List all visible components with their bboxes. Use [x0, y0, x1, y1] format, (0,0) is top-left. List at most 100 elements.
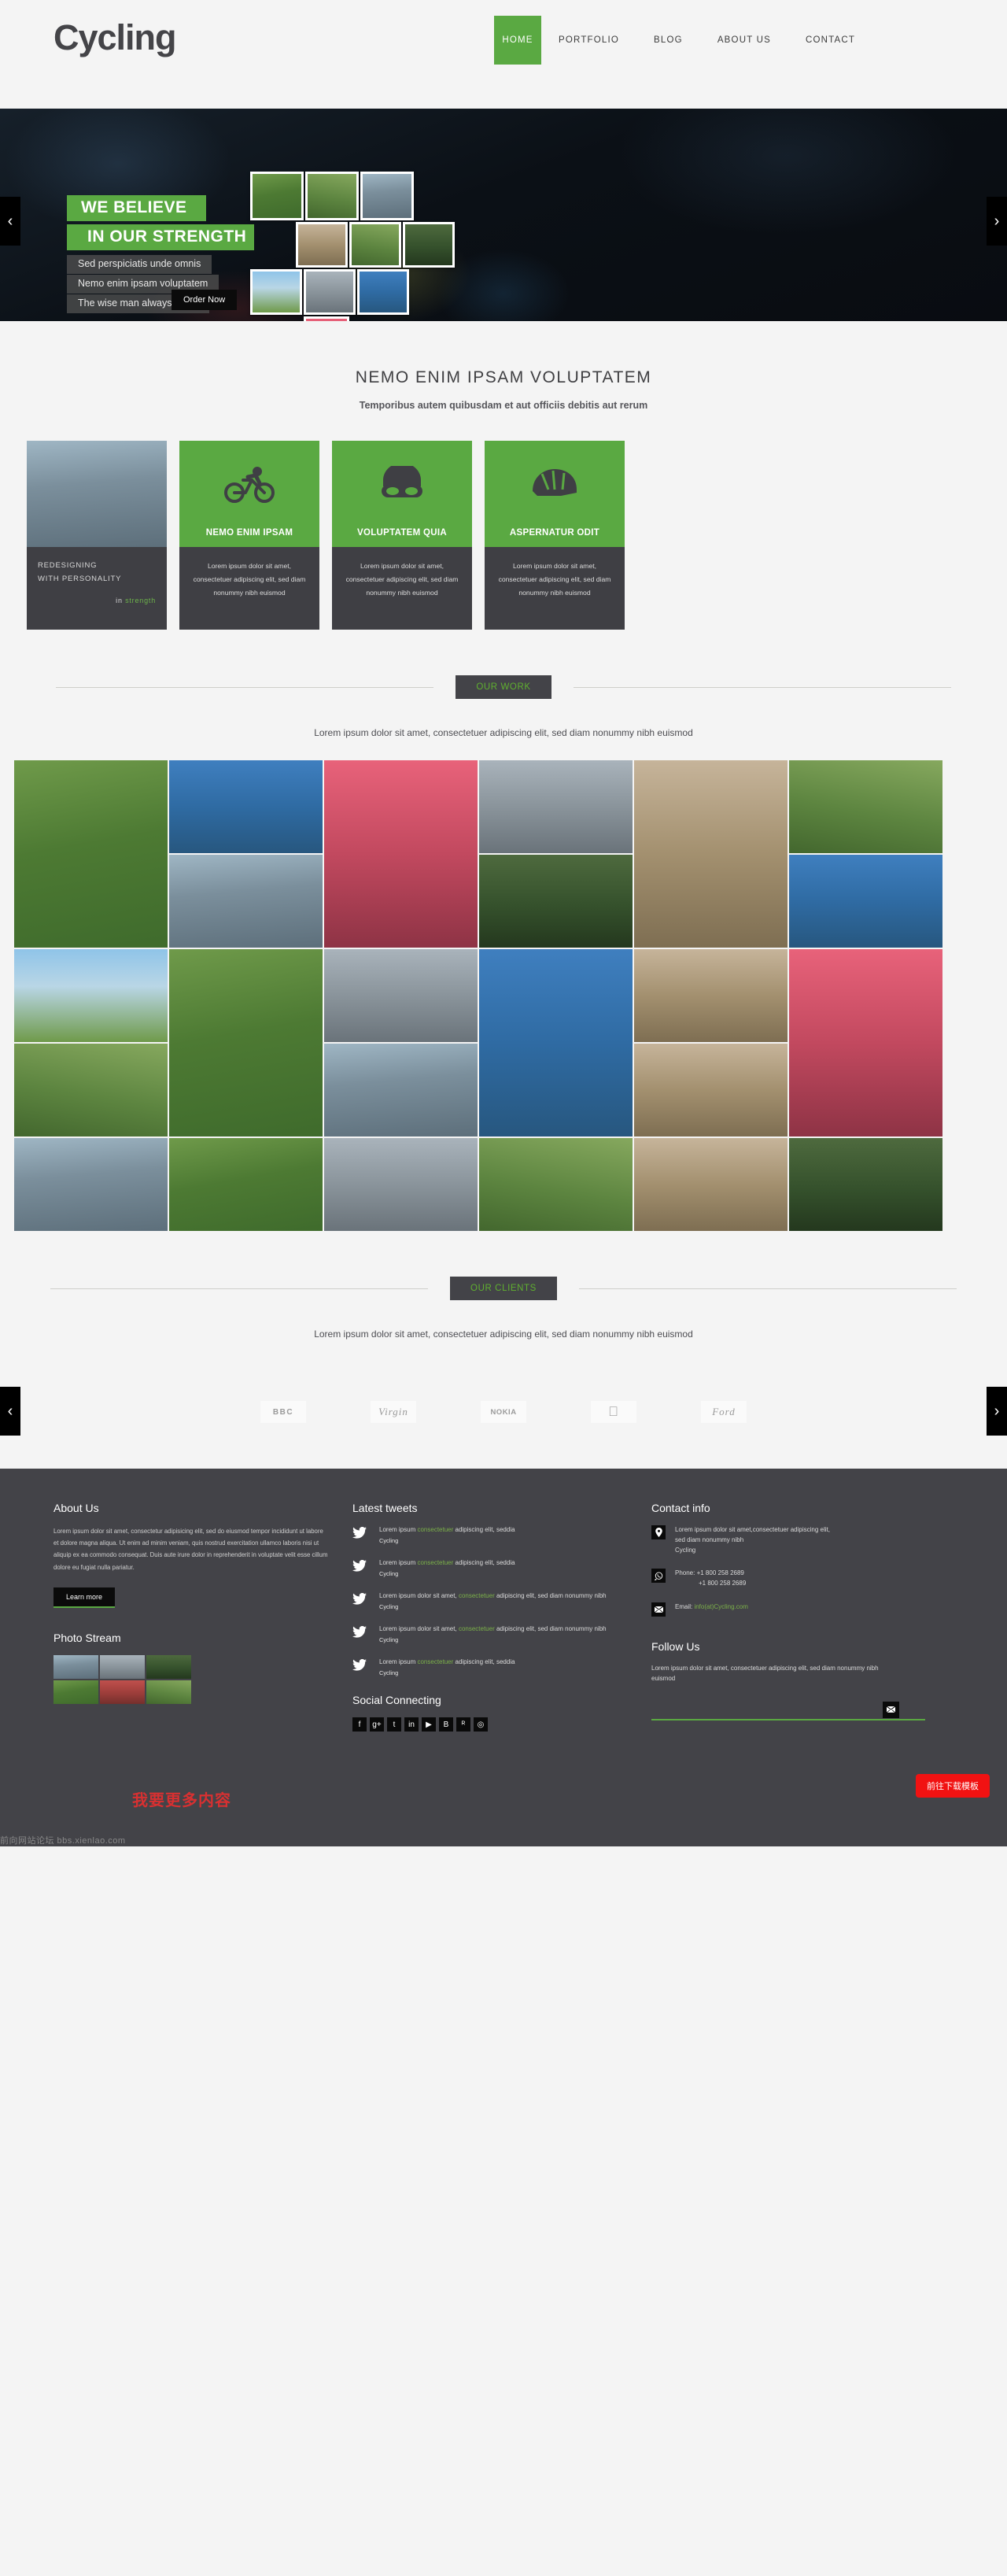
feature-photo-card[interactable]: REDESIGNING WITH PERSONALITY in strength [27, 441, 167, 630]
tweet-text: Lorem ipsum consectetuer adipiscing elit… [379, 1525, 515, 1535]
map-pin-icon [651, 1525, 666, 1539]
contact-phone-text: Phone: +1 800 258 2689 +1 800 258 2689 [675, 1569, 746, 1589]
gallery-item[interactable] [479, 1138, 633, 1231]
tweet-link[interactable]: consectetuer [417, 1526, 453, 1533]
follow-us-title: Follow Us [651, 1639, 700, 1653]
our-work-badge: OUR WORK [456, 675, 551, 699]
gallery-item[interactable] [324, 760, 478, 948]
tweet-item[interactable]: Lorem ipsum dolor sit amet, consectetuer… [352, 1624, 628, 1643]
gallery-item[interactable] [479, 949, 633, 1136]
gallery-item[interactable] [169, 855, 323, 948]
phone-line-1: Phone: +1 800 258 2689 [675, 1569, 744, 1577]
collage-photo [296, 222, 348, 268]
tweet-link[interactable]: consectetuer [459, 1592, 495, 1599]
gallery-item[interactable] [634, 1044, 788, 1136]
photo-stream-item[interactable] [100, 1680, 145, 1704]
section-title: NEMO ENIM IPSAM VOLUPTATEM [355, 368, 652, 386]
gallery-item[interactable] [14, 1044, 168, 1136]
gallery-item[interactable] [789, 760, 942, 853]
gallery-item[interactable] [169, 760, 323, 853]
tweet-item[interactable]: Lorem ipsum consectetuer adipiscing elit… [352, 1525, 628, 1544]
gallery-item[interactable] [324, 1138, 478, 1231]
clients-next-arrow[interactable]: › [987, 1387, 1007, 1436]
client-logo-ford[interactable]: Ford [701, 1401, 747, 1423]
linkedin-icon[interactable]: in [404, 1717, 419, 1732]
collage-photo [360, 172, 414, 220]
gallery-item[interactable] [324, 1044, 478, 1136]
tweet-pre: Lorem ipsum [379, 1559, 418, 1566]
google-plus-icon[interactable]: g+ [370, 1717, 384, 1732]
gallery-item[interactable] [479, 760, 633, 853]
gallery-item[interactable] [634, 760, 788, 948]
our-clients-caption: Lorem ipsum dolor sit amet, consectetuer… [314, 1329, 693, 1340]
rss-icon[interactable]: ᴿ [456, 1717, 470, 1732]
gallery-item[interactable] [634, 1138, 788, 1231]
download-template-badge[interactable]: 前往下载模板 [916, 1774, 990, 1798]
photo-stream-title: Photo Stream [53, 1631, 121, 1644]
nav-item-home[interactable]: HOME [494, 16, 541, 65]
client-logo-virgin[interactable]: Virgin [371, 1401, 416, 1423]
tweet-link[interactable]: consectetuer [459, 1625, 495, 1632]
goggles-icon [377, 441, 427, 528]
photo-stream-item[interactable] [100, 1654, 145, 1679]
nav-item-portfolio[interactable]: PORTFOLIO [541, 16, 636, 65]
email-value[interactable]: info(at)Cycling.com [694, 1603, 747, 1610]
divider-line-right [573, 686, 951, 688]
hero-prev-arrow[interactable]: ‹ [0, 197, 20, 246]
tweet-content: Lorem ipsum consectetuer adipiscing elit… [379, 1558, 515, 1577]
tweet-item[interactable]: Lorem ipsum dolor sit amet, consectetuer… [352, 1591, 628, 1610]
gallery-item[interactable] [14, 760, 168, 948]
footer-column-tweets: Latest tweets Lorem ipsum consectetuer a… [352, 1502, 651, 1732]
client-logo-bbc[interactable]: BBC [260, 1401, 306, 1423]
learn-more-button[interactable]: Learn more [53, 1587, 116, 1608]
order-now-button[interactable]: Order Now [172, 290, 238, 310]
gallery-item[interactable] [14, 1138, 168, 1231]
tweet-link[interactable]: consectetuer [417, 1559, 453, 1566]
tweet-item[interactable]: Lorem ipsum consectetuer adipiscing elit… [352, 1558, 628, 1577]
subscribe-email-input[interactable] [651, 1702, 895, 1719]
gallery-item[interactable] [169, 949, 323, 1136]
feature-card-body: Lorem ipsum dolor sit amet, consectetuer… [485, 547, 625, 630]
gallery-item[interactable] [169, 1138, 323, 1231]
footer-columns: About Us Lorem ipsum dolor sit amet, con… [53, 1502, 954, 1732]
client-logo-nokia[interactable]: NOKIA [481, 1401, 526, 1423]
feature-photo [27, 441, 167, 547]
blogger-icon[interactable]: B [439, 1717, 453, 1732]
tweet-link[interactable]: consectetuer [417, 1658, 453, 1665]
feature-card-voluptatem-quia[interactable]: VOLUPTATEM QUIA Lorem ipsum dolor sit am… [332, 441, 472, 630]
feature-card-head: NEMO ENIM IPSAM [179, 441, 319, 547]
nav-item-blog[interactable]: BLOG [636, 16, 700, 65]
youtube-icon[interactable]: ▶ [422, 1717, 436, 1732]
dribbble-icon[interactable]: ◎ [474, 1717, 488, 1732]
nav-item-contact[interactable]: CONTACT [788, 16, 872, 65]
hero-next-arrow[interactable]: › [987, 197, 1007, 246]
gallery-item[interactable] [789, 855, 942, 948]
gallery-item[interactable] [789, 1138, 942, 1231]
subscribe-submit-button[interactable] [883, 1701, 899, 1718]
facebook-icon[interactable]: f [352, 1717, 367, 1732]
tweet-text: Lorem ipsum consectetuer adipiscing elit… [379, 1558, 515, 1568]
client-logo-apple[interactable]:  [591, 1401, 636, 1423]
gallery-item[interactable] [14, 949, 168, 1042]
photo-stream-item[interactable] [53, 1680, 98, 1704]
feature-card-aspernatur-odit[interactable]: ASPERNATUR ODIT Lorem ipsum dolor sit am… [485, 441, 625, 630]
social-icon-row: f g+ t in ▶ B ᴿ ◎ [352, 1717, 628, 1732]
photo-stream-item[interactable] [146, 1654, 191, 1679]
site-logo[interactable]: Cycling [53, 17, 177, 58]
gallery-item[interactable] [479, 855, 633, 948]
tweet-post: adipiscing elit, seddia [453, 1526, 515, 1533]
address-line-1: Lorem ipsum dolor sit amet,consectetuer … [675, 1526, 830, 1533]
tweet-post: adipiscing elit, seddia [453, 1559, 515, 1566]
gallery-item[interactable] [634, 949, 788, 1042]
tweet-handle: Cycling [379, 1537, 399, 1544]
tweet-item[interactable]: Lorem ipsum consectetuer adipiscing elit… [352, 1658, 628, 1676]
nav-item-about-us[interactable]: ABOUT US [700, 16, 788, 65]
clients-prev-arrow[interactable]: ‹ [0, 1387, 20, 1436]
gallery-item[interactable] [789, 949, 942, 1136]
gallery-item[interactable] [324, 949, 478, 1042]
feature-card-nemo-enim-ipsam[interactable]: NEMO ENIM IPSAM Lorem ipsum dolor sit am… [179, 441, 319, 630]
twitter-icon[interactable]: t [387, 1717, 401, 1732]
hero-slider: ‹ › WE BELIEVE IN OUR STRENGTH Sed persp… [0, 109, 1007, 321]
photo-stream-item[interactable] [53, 1654, 98, 1679]
photo-stream-item[interactable] [146, 1680, 191, 1704]
